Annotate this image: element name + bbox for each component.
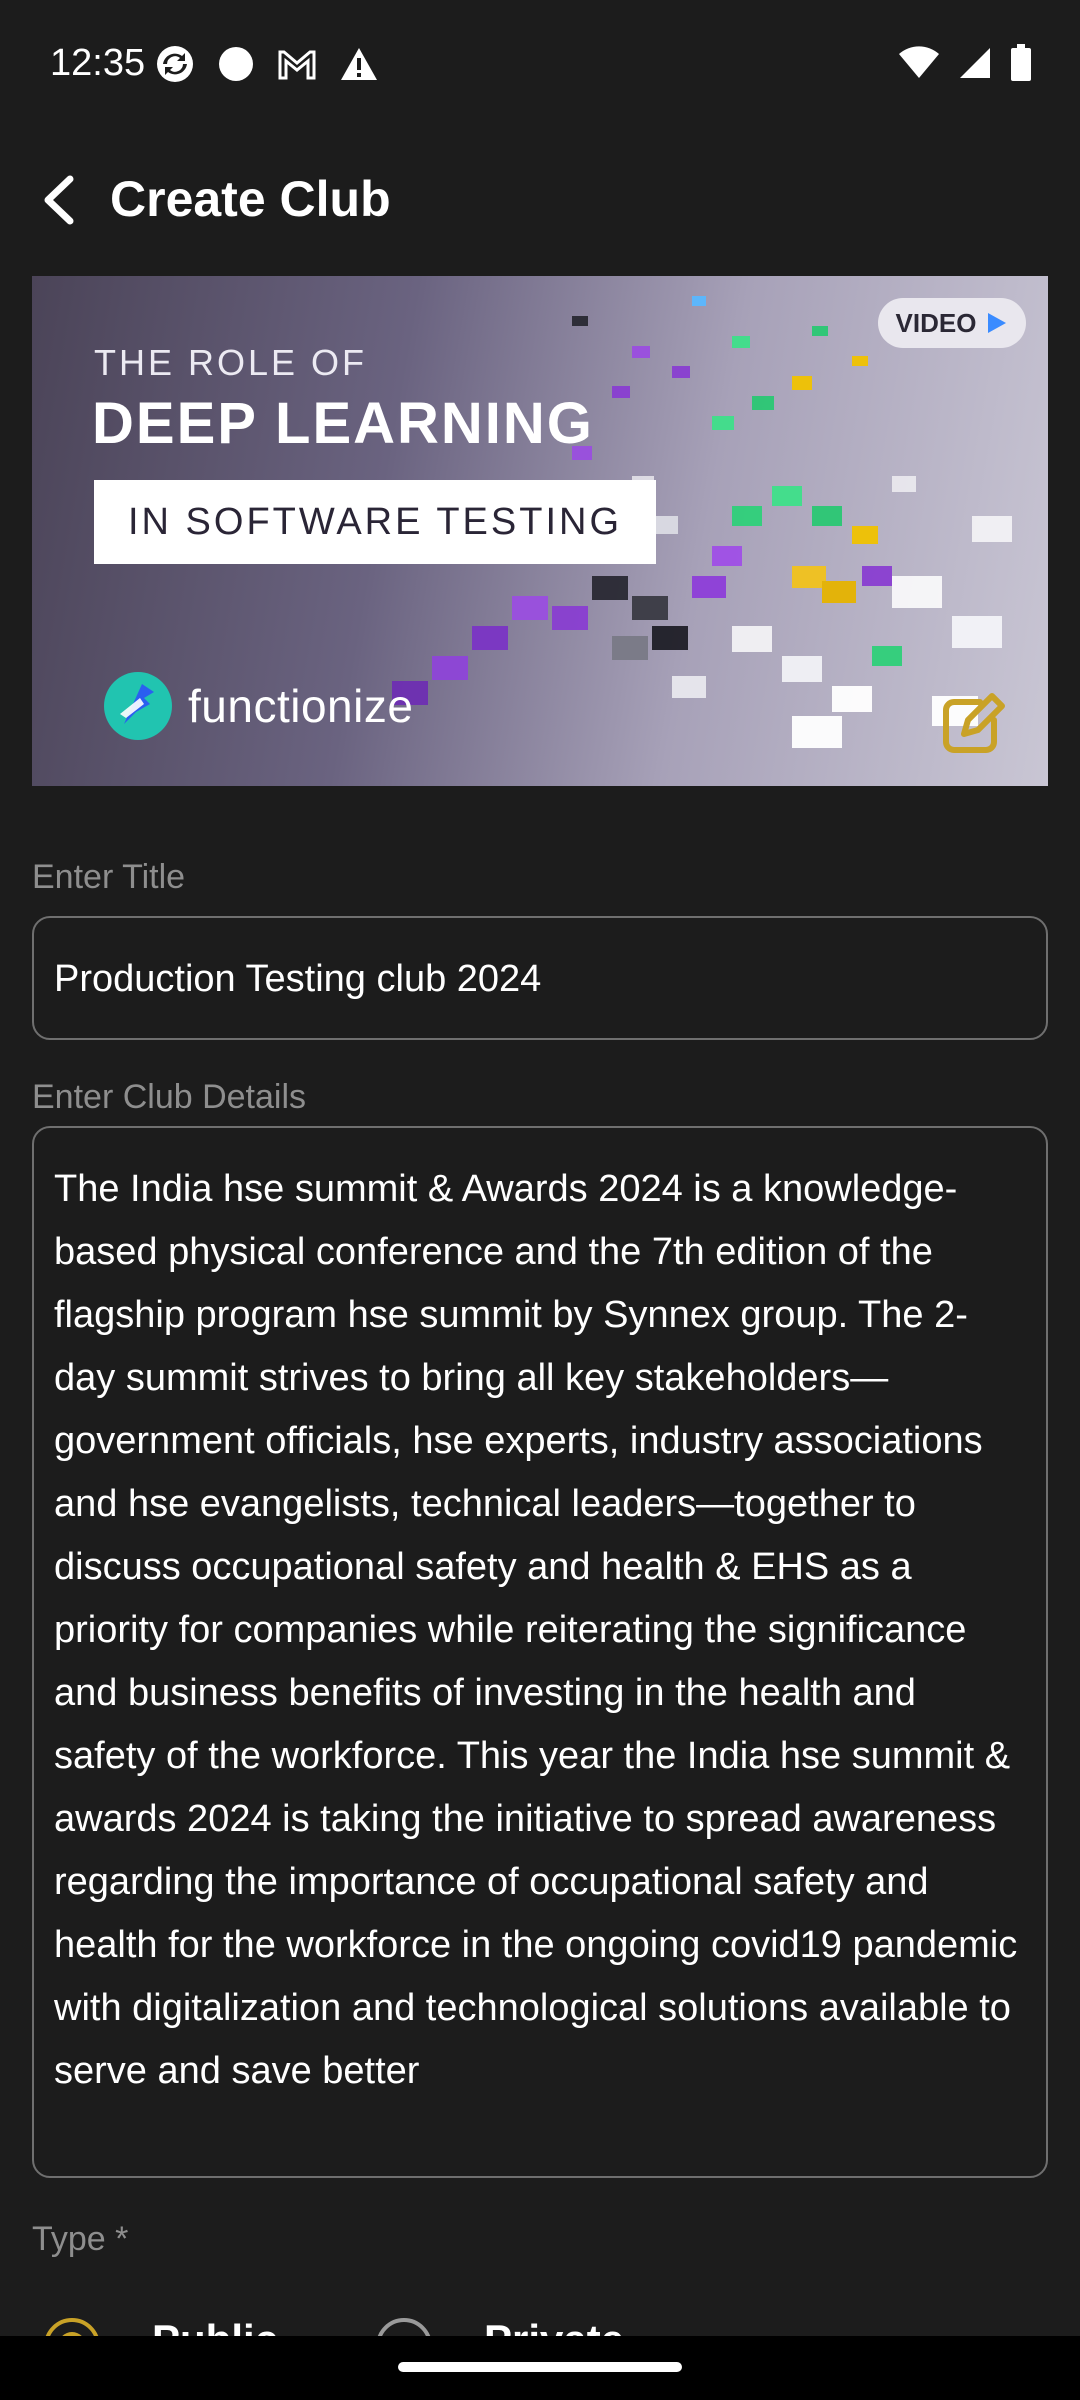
alert-icon (341, 48, 377, 80)
edit-icon[interactable] (936, 690, 1006, 760)
back-button[interactable] (20, 160, 100, 240)
banner-line-2: DEEP LEARNING (92, 391, 594, 456)
circle-icon (219, 47, 253, 81)
functionize-logo-icon (104, 672, 172, 740)
page-title: Create Club (110, 171, 391, 227)
video-badge-label: VIDEO (895, 307, 977, 338)
type-label: Type * (32, 2220, 129, 2258)
play-icon (988, 313, 1007, 333)
arrow-back-icon (44, 175, 74, 225)
home-gesture-handle[interactable] (398, 2362, 682, 2372)
video-badge: VIDEO (878, 298, 1026, 348)
banner-line-3-box: IN SOFTWARE TESTING (94, 480, 656, 564)
details-input[interactable]: The India hse summit & Awards 2024 is a … (32, 1126, 1048, 2178)
gmail-icon (278, 50, 316, 80)
banner-line-1: THE ROLE OF (94, 342, 368, 383)
app-bar: Create Club (0, 130, 1080, 266)
brand-logo: functionize (102, 670, 413, 742)
title-value: Production Testing club 2024 (54, 958, 542, 1000)
club-cover-image[interactable]: THE ROLE OF DEEP LEARNING IN SOFTWARE TE… (32, 276, 1048, 786)
sync-icon (157, 46, 193, 82)
status-time: 12:35 (50, 42, 146, 84)
status-notification-icons (155, 44, 379, 84)
wifi-icon (899, 46, 939, 78)
title-input[interactable]: Production Testing club 2024 (32, 916, 1048, 1040)
details-value: The India hse summit & Awards 2024 is a … (54, 1168, 1018, 2092)
status-bar: 12:35 (0, 0, 1080, 130)
status-system-icons (898, 44, 1032, 82)
title-label: Enter Title (32, 858, 186, 896)
details-label: Enter Club Details (32, 1078, 307, 1116)
banner-line-3: IN SOFTWARE TESTING (127, 500, 623, 543)
battery-icon (1011, 44, 1031, 81)
brand-name: functionize (188, 680, 414, 732)
signal-icon (960, 48, 990, 78)
